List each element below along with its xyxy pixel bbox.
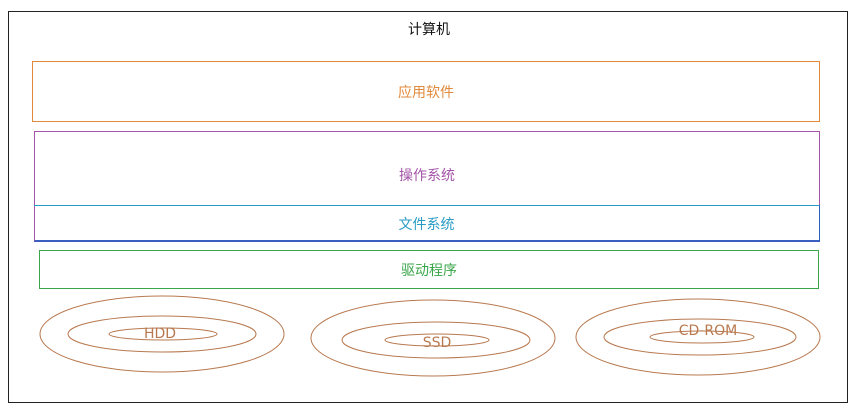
application-layer-label: 应用软件 xyxy=(398,84,454,101)
driver-layer: 驱动程序 xyxy=(39,250,819,289)
driver-layer-label: 驱动程序 xyxy=(401,262,457,279)
diagram-title: 计算机 xyxy=(408,22,450,38)
os-layer-label: 操作系统 xyxy=(399,168,455,184)
filesystem-layer-label: 文件系统 xyxy=(398,217,455,233)
filesystem-layer: 文件系统 xyxy=(34,205,820,242)
application-layer: 应用软件 xyxy=(32,61,820,122)
